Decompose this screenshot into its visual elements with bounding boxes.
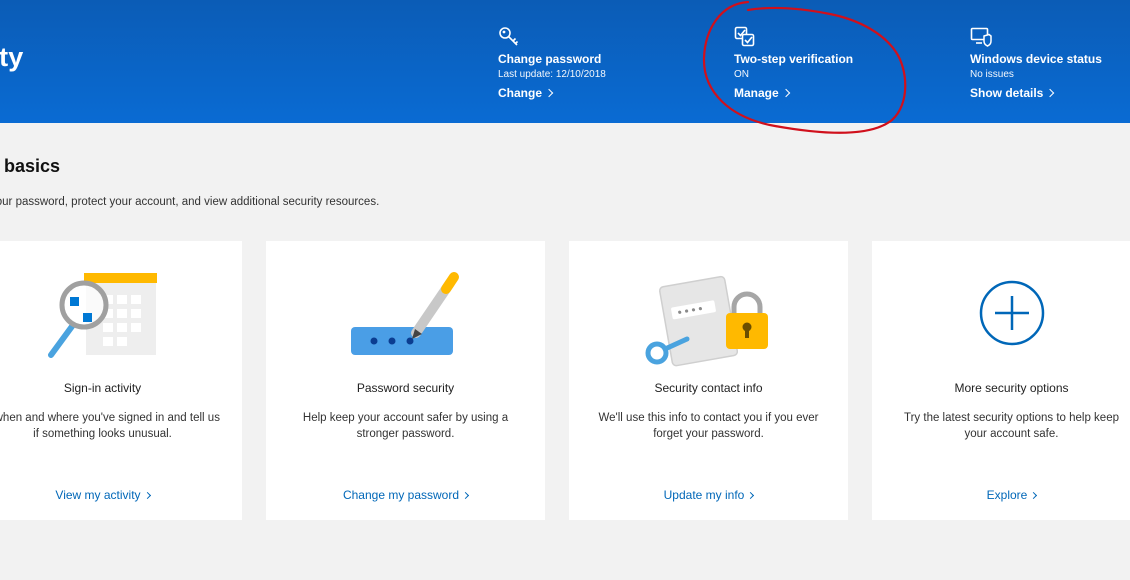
link-label: Change <box>498 86 543 100</box>
status-change-password: Change password Last update: 12/10/2018 … <box>498 26 606 102</box>
chevron-right-icon <box>781 88 790 98</box>
page-title: urity <box>0 42 24 72</box>
explore-link[interactable]: Explore <box>872 488 1130 502</box>
section-title: ity basics <box>0 156 61 176</box>
status-two-step-verification: Two-step verification ON Manage <box>734 26 853 102</box>
show-details-link[interactable]: Show details <box>970 86 1055 100</box>
status-subtitle: Last update: 12/10/2018 <box>498 69 606 80</box>
chevron-right-icon <box>143 491 151 499</box>
calendar-magnifier-icon <box>48 273 157 358</box>
link-label: Show details <box>970 86 1044 100</box>
link-label: Update my info <box>663 488 745 502</box>
plus-circle-icon <box>979 280 1045 346</box>
card-description: e when and where you've signed in and te… <box>0 412 220 440</box>
card-more-security-options: More security options Try the latest sec… <box>872 241 1130 520</box>
status-title: Change password <box>498 52 602 66</box>
verification-checklist-icon <box>734 26 755 47</box>
change-password-link[interactable]: Change <box>498 86 554 100</box>
status-windows-device: Windows device status No issues Show det… <box>970 26 1102 102</box>
card-description: We'll use this info to contact you if yo… <box>598 412 819 440</box>
update-my-info-link[interactable]: Update my info <box>569 488 848 502</box>
link-label: View my activity <box>55 488 141 502</box>
section-description: your password, protect your account, and… <box>0 196 380 208</box>
key-icon <box>499 27 519 46</box>
card-title: Sign-in activity <box>63 381 142 395</box>
contact-lock-icon <box>645 275 768 367</box>
status-title: Windows device status <box>970 52 1102 66</box>
card-security-contact-info: Security contact info We'll use this inf… <box>569 241 848 520</box>
card-title: Security contact info <box>654 381 763 395</box>
change-my-password-link[interactable]: Change my password <box>266 488 545 502</box>
card-description: Try the latest security options to help … <box>904 412 1119 440</box>
chevron-right-icon <box>461 491 470 499</box>
card-sign-in-activity: Sign-in activity e when and where you've… <box>0 241 242 520</box>
device-shield-icon <box>970 27 992 47</box>
security-header: urity Change password Last update: 12/10… <box>0 0 1130 123</box>
link-label: Change my password <box>342 488 460 502</box>
link-label: Explore <box>986 488 1028 502</box>
password-pen-icon <box>351 272 459 355</box>
chevron-right-icon <box>1046 88 1055 98</box>
link-label: Manage <box>734 86 779 100</box>
chevron-right-icon <box>544 88 554 98</box>
status-title: Two-step verification <box>734 52 854 66</box>
card-description: Help keep your account safer by using a … <box>302 412 509 440</box>
card-password-security: Password security Help keep your account… <box>266 241 545 520</box>
card-title: Password security <box>356 381 455 395</box>
view-my-activity-link[interactable]: View my activity <box>0 488 242 502</box>
manage-two-step-link[interactable]: Manage <box>734 86 790 100</box>
card-title: More security options <box>954 381 1069 395</box>
status-subtitle: No issues <box>970 69 1014 80</box>
status-subtitle: ON <box>734 69 749 80</box>
chevron-right-icon <box>1030 491 1038 499</box>
chevron-right-icon <box>747 491 755 499</box>
